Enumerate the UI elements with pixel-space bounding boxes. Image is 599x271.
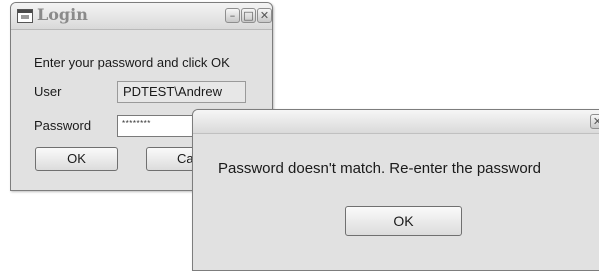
- instruction-text: Enter your password and click OK: [34, 55, 230, 70]
- close-icon[interactable]: ✕: [590, 114, 599, 129]
- minimize-icon[interactable]: –: [225, 8, 240, 23]
- message-ok-button[interactable]: OK: [345, 206, 462, 236]
- login-title-bar[interactable]: Login – □ ✕: [11, 3, 272, 30]
- user-field: PDTEST\Andrew: [117, 81, 246, 103]
- password-label: Password: [34, 118, 92, 133]
- window-title: Login: [37, 5, 88, 24]
- ok-button[interactable]: OK: [35, 147, 118, 171]
- error-message: Password doesn't match. Re-enter the pas…: [218, 160, 542, 177]
- message-title-bar[interactable]: ✕: [193, 110, 599, 134]
- close-icon[interactable]: ✕: [257, 8, 272, 23]
- user-label: User: [34, 84, 62, 99]
- window-app-icon: [17, 9, 33, 23]
- message-box: ✕ Password doesn't match. Re-enter the p…: [192, 109, 599, 271]
- maximize-icon[interactable]: □: [241, 8, 256, 23]
